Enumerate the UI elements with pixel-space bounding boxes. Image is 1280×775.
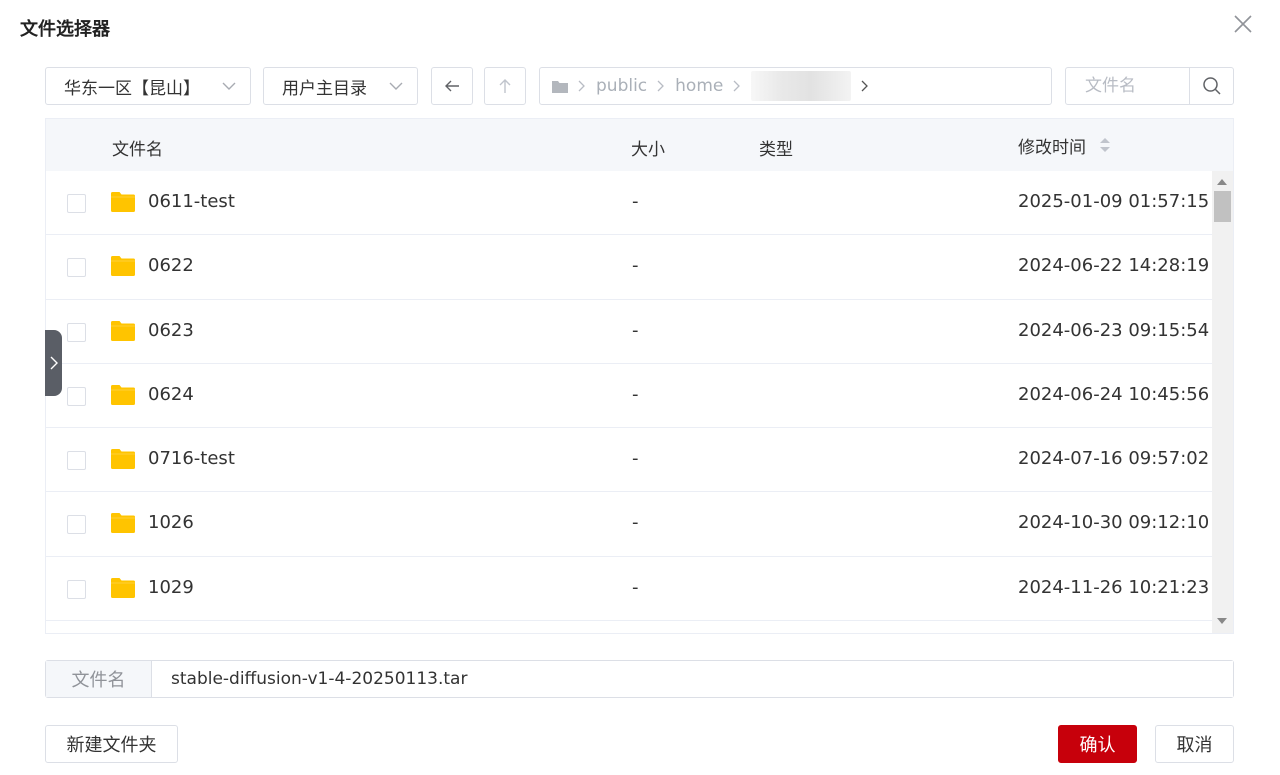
file-name[interactable]: 0623 xyxy=(148,320,194,341)
table-row[interactable]: 1026 - 2024-10-30 09:12:10 xyxy=(46,492,1212,557)
breadcrumb-item-home[interactable]: home xyxy=(675,76,723,96)
row-checkbox[interactable] xyxy=(67,579,86,599)
file-size: - xyxy=(632,512,639,534)
scroll-up-icon[interactable] xyxy=(1217,179,1227,185)
filename-field: 文件名 xyxy=(45,660,1234,698)
file-name[interactable]: 0611-test xyxy=(148,191,235,212)
file-size: - xyxy=(632,576,639,598)
chevron-right-icon xyxy=(578,80,586,92)
confirm-button[interactable]: 确认 xyxy=(1058,725,1137,763)
file-table: 文件名 大小 类型 修改时间 0611-test - 2025-01-09 01… xyxy=(45,118,1234,634)
region-select[interactable]: 华东一区【昆山】 xyxy=(45,67,251,105)
header-name: 文件名 xyxy=(112,140,163,160)
file-modified: 2024-11-26 10:21:23 xyxy=(1018,576,1210,598)
close-icon[interactable] xyxy=(1232,13,1254,35)
dialog-title: 文件选择器 xyxy=(20,19,110,40)
folder-icon xyxy=(111,577,135,598)
table-row[interactable]: 0624 - 2024-06-24 10:45:56 xyxy=(46,363,1212,429)
folder-icon xyxy=(111,256,135,277)
region-select-value: 华东一区【昆山】 xyxy=(64,78,200,99)
table-row[interactable]: 0611-test - 2025-01-09 01:57:15 xyxy=(46,171,1212,236)
folder-icon xyxy=(111,513,135,534)
file-modified: 2024-10-30 09:12:10 xyxy=(1018,512,1210,534)
new-folder-button[interactable]: 新建文件夹 xyxy=(45,725,178,763)
table-row[interactable]: 0623 - 2024-06-23 09:15:54 xyxy=(46,299,1212,364)
back-button[interactable] xyxy=(431,67,473,105)
folder-icon xyxy=(111,320,135,341)
table-body: 0611-test - 2025-01-09 01:57:15 0622 - 2… xyxy=(46,171,1212,622)
table-row[interactable]: 0622 - 2024-06-22 14:28:19 xyxy=(46,235,1212,300)
row-checkbox[interactable] xyxy=(67,451,86,471)
folder-icon xyxy=(111,192,135,212)
search-input[interactable] xyxy=(1066,68,1189,104)
row-checkbox[interactable] xyxy=(67,322,86,342)
chevron-right-icon xyxy=(657,80,665,92)
file-name[interactable]: 0624 xyxy=(148,384,194,405)
side-expand-tab[interactable] xyxy=(45,330,62,396)
row-checkbox[interactable] xyxy=(67,515,86,535)
file-size: - xyxy=(632,448,639,470)
filename-label: 文件名 xyxy=(46,661,152,697)
file-modified: 2024-06-24 10:45:56 xyxy=(1018,383,1210,405)
search-box xyxy=(1065,67,1234,105)
directory-select-value: 用户主目录 xyxy=(282,78,367,99)
header-size: 大小 xyxy=(631,140,665,160)
file-size: - xyxy=(632,255,639,277)
header-type: 类型 xyxy=(759,140,793,160)
chevron-right-icon xyxy=(861,80,869,92)
file-size: - xyxy=(632,191,639,212)
chevron-right-icon xyxy=(50,356,58,370)
chevron-down-icon xyxy=(222,82,236,90)
header-modified[interactable]: 修改时间 xyxy=(1018,133,1086,158)
scrollbar-thumb[interactable] xyxy=(1214,191,1231,222)
table-row[interactable]: 1029 - 2024-11-26 10:21:23 xyxy=(46,556,1212,622)
file-name[interactable]: 1026 xyxy=(148,512,194,533)
file-size: - xyxy=(632,383,639,405)
row-checkbox[interactable] xyxy=(67,194,86,213)
folder-icon xyxy=(552,80,568,93)
file-modified: 2024-06-22 14:28:19 xyxy=(1018,255,1210,277)
file-modified: 2024-06-23 09:15:54 xyxy=(1018,319,1210,341)
breadcrumb-item-public[interactable]: public xyxy=(596,76,647,96)
cancel-button[interactable]: 取消 xyxy=(1155,725,1234,763)
file-name[interactable]: 0622 xyxy=(148,255,194,276)
up-button[interactable] xyxy=(484,67,526,105)
file-name[interactable]: 0716-test xyxy=(148,448,235,469)
arrow-left-icon xyxy=(445,80,459,92)
table-header: 文件名 大小 类型 修改时间 xyxy=(46,119,1233,171)
arrow-up-icon xyxy=(499,79,511,93)
search-button[interactable] xyxy=(1189,68,1233,104)
scroll-down-icon[interactable] xyxy=(1217,618,1227,624)
file-modified: 2025-01-09 01:57:15 xyxy=(1018,191,1210,212)
file-size: - xyxy=(632,319,639,341)
sort-icon[interactable] xyxy=(1099,136,1111,154)
chevron-down-icon xyxy=(389,82,403,90)
breadcrumb-item-redacted[interactable] xyxy=(751,71,852,101)
search-icon xyxy=(1202,77,1221,95)
directory-select[interactable]: 用户主目录 xyxy=(263,67,418,105)
folder-icon xyxy=(111,384,135,405)
chevron-right-icon xyxy=(733,80,741,92)
file-modified: 2024-07-16 09:57:02 xyxy=(1018,448,1210,470)
row-checkbox[interactable] xyxy=(67,386,86,406)
table-row[interactable]: 0716-test - 2024-07-16 09:57:02 xyxy=(46,428,1212,493)
filename-input[interactable] xyxy=(152,661,1233,697)
folder-icon xyxy=(111,449,135,470)
vertical-scrollbar[interactable] xyxy=(1212,171,1233,633)
file-name[interactable]: 1029 xyxy=(148,577,194,598)
breadcrumb: public home xyxy=(539,67,1052,105)
row-checkbox[interactable] xyxy=(67,258,86,278)
